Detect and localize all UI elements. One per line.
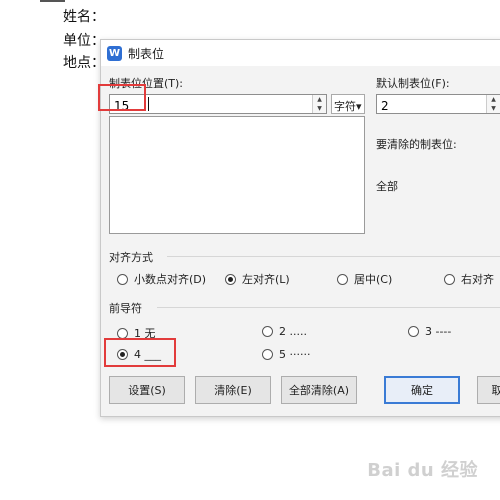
document-line-name: 姓名：	[63, 9, 105, 25]
align-left-label: 左对齐(L)	[242, 273, 290, 286]
alignment-separator	[167, 256, 500, 257]
set-button[interactable]: 设置(S)	[109, 376, 185, 404]
tabs-to-clear-label: 要清除的制表位:	[376, 138, 457, 151]
leader-section-title: 前导符	[109, 302, 142, 315]
tab-position-highlight	[98, 84, 146, 111]
align-decimal-radio[interactable]: 小数点对齐(D)	[117, 271, 206, 287]
radio-circle	[337, 273, 348, 285]
cancel-button[interactable]: 取	[477, 376, 500, 404]
tab-position-spinner[interactable]: ▲ ▼	[312, 95, 326, 113]
leader-middle-dots-label: 5 ······	[279, 348, 311, 361]
tab-positions-list[interactable]	[109, 116, 365, 234]
radio-circle-checked	[225, 273, 236, 285]
default-tab-text[interactable]	[377, 97, 500, 115]
radio-circle	[262, 349, 273, 360]
align-decimal-label: 小数点对齐(D)	[134, 273, 207, 286]
default-tab-input[interactable]: ▲▼	[376, 94, 500, 115]
unit-dropdown[interactable]: 字符▾	[331, 94, 365, 114]
leader-middle-dots-radio[interactable]: 5 ······	[262, 348, 310, 361]
text-cursor	[148, 97, 149, 111]
leader-separator	[157, 307, 500, 308]
leader-option-highlight	[104, 338, 176, 367]
align-right-radio[interactable]: 右对齐	[444, 271, 494, 287]
radio-circle	[408, 326, 419, 337]
clear-all-button[interactable]: 全部清除(A)	[281, 376, 357, 404]
document-line-unit: 单位：	[63, 33, 105, 49]
default-tab-label: 默认制表位(F):	[376, 77, 450, 90]
unit-dropdown-label: 字符▾	[334, 100, 362, 113]
align-right-label: 右对齐	[461, 273, 494, 286]
clear-button[interactable]: 清除(E)	[195, 376, 271, 404]
leader-dashes-label: 3 ----	[425, 325, 452, 338]
alignment-section-title: 对齐方式	[109, 251, 153, 264]
align-center-radio[interactable]: 居中(C)	[337, 271, 392, 287]
dialog-title-bar[interactable]: W 制表位	[101, 40, 500, 66]
align-left-radio[interactable]: 左对齐(L)	[225, 271, 290, 287]
radio-circle	[262, 326, 273, 337]
watermark-logo: Bai du 经验	[367, 460, 478, 481]
default-tab-spinner[interactable]: ▲ ▼	[486, 95, 500, 113]
leader-dots-radio[interactable]: 2 .....	[262, 325, 307, 338]
leader-dashes-radio[interactable]: 3 ----	[408, 325, 451, 338]
tabs-to-clear-value: 全部	[376, 180, 398, 193]
align-center-label: 居中(C)	[354, 273, 393, 286]
dialog-title: 制表位	[128, 47, 165, 61]
document-line-location: 地点：	[63, 55, 105, 71]
ok-button[interactable]: 确定	[384, 376, 460, 404]
document-top-rule	[40, 0, 65, 2]
radio-circle	[117, 273, 128, 285]
leader-dots-label: 2 .....	[279, 325, 307, 338]
radio-circle	[444, 273, 455, 285]
radio-circle	[117, 327, 128, 339]
wps-app-icon: W	[107, 46, 122, 61]
